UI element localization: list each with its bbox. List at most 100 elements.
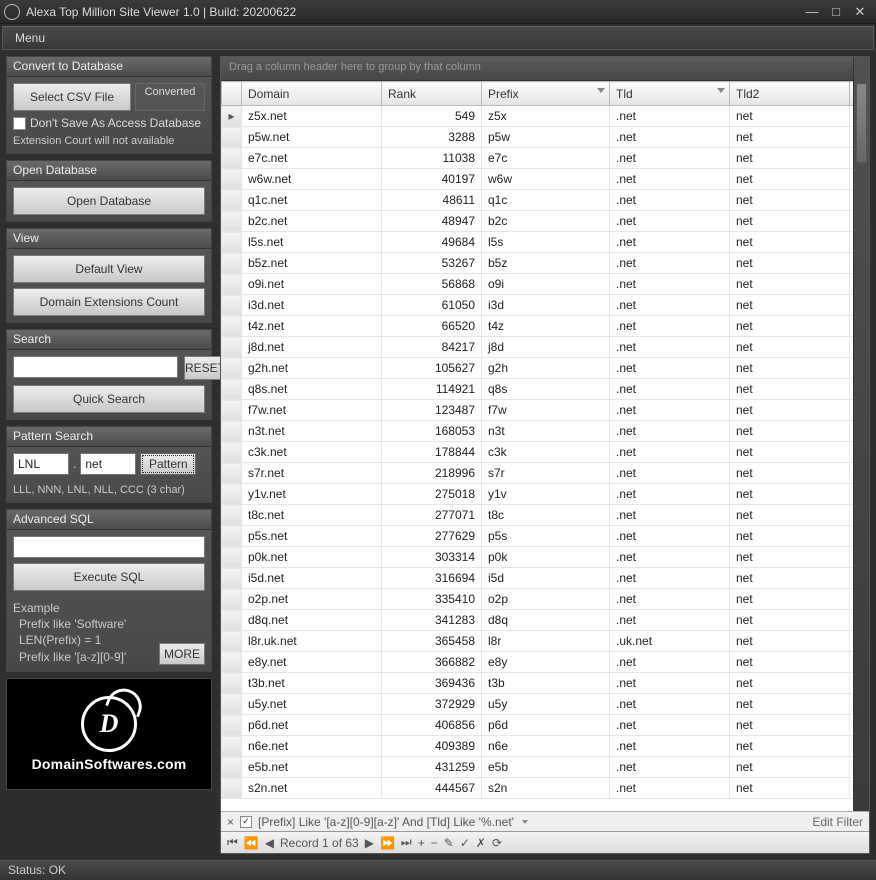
cell-prefix[interactable]: p6d [482, 715, 610, 736]
cell-prefix[interactable]: n3t [482, 421, 610, 442]
select-csv-button[interactable]: Select CSV File [13, 83, 131, 111]
cell-prefix[interactable]: t8c [482, 505, 610, 526]
quick-search-button[interactable]: Quick Search [13, 385, 205, 413]
table-row[interactable]: b2c.net48947b2c.netnet [222, 211, 869, 232]
nav-delete-icon[interactable]: − [429, 836, 440, 850]
cell-domain[interactable]: o9i.net [242, 274, 382, 295]
cell-prefix[interactable]: l8r [482, 631, 610, 652]
cell-rank[interactable]: 3288 [382, 127, 482, 148]
cell-rank[interactable]: 431259 [382, 757, 482, 778]
nav-next-page-icon[interactable]: ⏩ [378, 836, 397, 850]
col-header-domain[interactable]: Domain [242, 82, 382, 106]
table-row[interactable]: q1c.net48611q1c.netnet [222, 190, 869, 211]
cell-tld[interactable]: .net [610, 316, 730, 337]
table-row[interactable]: y1v.net275018y1v.netnet [222, 484, 869, 505]
cell-tld2[interactable]: net [730, 358, 850, 379]
cell-tld[interactable]: .net [610, 337, 730, 358]
cell-domain[interactable]: z5x.net [242, 106, 382, 127]
cell-prefix[interactable]: s7r [482, 463, 610, 484]
cell-rank[interactable]: 365458 [382, 631, 482, 652]
filter-close-icon[interactable]: × [227, 815, 234, 829]
cell-rank[interactable]: 40197 [382, 169, 482, 190]
table-row[interactable]: u5y.net372929u5y.netnet [222, 694, 869, 715]
cell-rank[interactable]: 369436 [382, 673, 482, 694]
nav-cancel-icon[interactable]: ✗ [474, 836, 488, 850]
cell-prefix[interactable]: b2c [482, 211, 610, 232]
nosave-checkbox[interactable] [13, 117, 26, 130]
cell-tld2[interactable]: net [730, 652, 850, 673]
cell-tld2[interactable]: net [730, 484, 850, 505]
col-header-tld2[interactable]: Tld2 [730, 82, 850, 106]
cell-domain[interactable]: f7w.net [242, 400, 382, 421]
cell-tld[interactable]: .net [610, 568, 730, 589]
cell-tld[interactable]: .net [610, 421, 730, 442]
table-row[interactable]: o9i.net56868o9i.netnet [222, 274, 869, 295]
cell-tld[interactable]: .net [610, 190, 730, 211]
cell-tld2[interactable]: net [730, 526, 850, 547]
cell-rank[interactable]: 48947 [382, 211, 482, 232]
cell-prefix[interactable]: p0k [482, 547, 610, 568]
table-row[interactable]: s7r.net218996s7r.netnet [222, 463, 869, 484]
cell-tld2[interactable]: net [730, 736, 850, 757]
cell-tld2[interactable]: net [730, 106, 850, 127]
default-view-button[interactable]: Default View [13, 255, 205, 283]
cell-rank[interactable]: 84217 [382, 337, 482, 358]
vertical-scrollbar[interactable] [853, 57, 869, 811]
cell-domain[interactable]: j8d.net [242, 337, 382, 358]
cell-domain[interactable]: i5d.net [242, 568, 382, 589]
cell-rank[interactable]: 48611 [382, 190, 482, 211]
cell-tld[interactable]: .net [610, 148, 730, 169]
cell-tld[interactable]: .uk.net [610, 631, 730, 652]
cell-rank[interactable]: 303314 [382, 547, 482, 568]
table-row[interactable]: i3d.net61050i3d.netnet [222, 295, 869, 316]
cell-prefix[interactable]: p5w [482, 127, 610, 148]
table-row[interactable]: e5b.net431259e5b.netnet [222, 757, 869, 778]
cell-domain[interactable]: e8y.net [242, 652, 382, 673]
cell-rank[interactable]: 11038 [382, 148, 482, 169]
cell-tld[interactable]: .net [610, 673, 730, 694]
scrollbar-thumb[interactable] [856, 83, 867, 163]
cell-prefix[interactable]: d8q [482, 610, 610, 631]
cell-rank[interactable]: 316694 [382, 568, 482, 589]
cell-domain[interactable]: p0k.net [242, 547, 382, 568]
pattern-button[interactable]: Pattern [140, 453, 196, 475]
cell-domain[interactable]: p5w.net [242, 127, 382, 148]
cell-tld2[interactable]: net [730, 337, 850, 358]
col-header-tld[interactable]: Tld [610, 82, 730, 106]
cell-prefix[interactable]: b5z [482, 253, 610, 274]
cell-rank[interactable]: 366882 [382, 652, 482, 673]
cell-domain[interactable]: n6e.net [242, 736, 382, 757]
table-row[interactable]: l8r.uk.net365458l8r.uk.netnet [222, 631, 869, 652]
open-database-button[interactable]: Open Database [13, 187, 205, 215]
cell-prefix[interactable]: o2p [482, 589, 610, 610]
cell-tld[interactable]: .net [610, 610, 730, 631]
cell-prefix[interactable]: c3k [482, 442, 610, 463]
table-row[interactable]: p5s.net277629p5s.netnet [222, 526, 869, 547]
cell-domain[interactable]: l8r.uk.net [242, 631, 382, 652]
cell-domain[interactable]: t8c.net [242, 505, 382, 526]
cell-tld[interactable]: .net [610, 232, 730, 253]
cell-prefix[interactable]: s2n [482, 778, 610, 799]
cell-tld2[interactable]: net [730, 715, 850, 736]
cell-tld[interactable]: .net [610, 484, 730, 505]
cell-tld2[interactable]: net [730, 253, 850, 274]
cell-tld[interactable]: .net [610, 778, 730, 799]
cell-domain[interactable]: s7r.net [242, 463, 382, 484]
cell-tld2[interactable]: net [730, 274, 850, 295]
cell-rank[interactable]: 277629 [382, 526, 482, 547]
cell-tld2[interactable]: net [730, 211, 850, 232]
cell-rank[interactable]: 66520 [382, 316, 482, 337]
col-header-prefix[interactable]: Prefix [482, 82, 610, 106]
table-row[interactable]: n6e.net409389n6e.netnet [222, 736, 869, 757]
cell-tld2[interactable]: net [730, 568, 850, 589]
cell-tld[interactable]: .net [610, 106, 730, 127]
table-row[interactable]: g2h.net105627g2h.netnet [222, 358, 869, 379]
cell-tld[interactable]: .net [610, 127, 730, 148]
filter-icon[interactable] [717, 88, 725, 93]
filter-checkbox[interactable] [240, 816, 252, 828]
cell-domain[interactable]: b5z.net [242, 253, 382, 274]
table-row[interactable]: n3t.net168053n3t.netnet [222, 421, 869, 442]
cell-prefix[interactable]: q1c [482, 190, 610, 211]
cell-prefix[interactable]: t3b [482, 673, 610, 694]
table-row[interactable]: e8y.net366882e8y.netnet [222, 652, 869, 673]
